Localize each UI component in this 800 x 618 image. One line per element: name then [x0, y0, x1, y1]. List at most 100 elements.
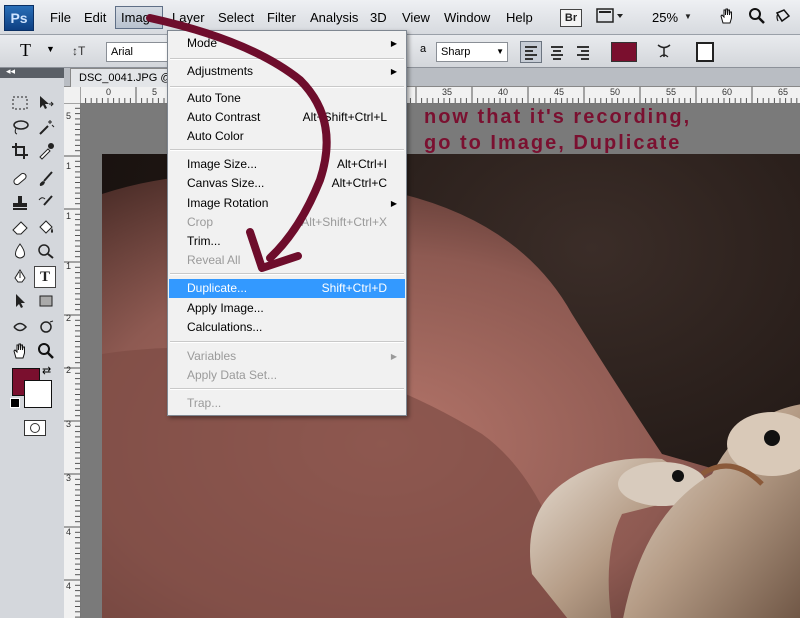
tools-panel: ◂◂ T ⇄ — [0, 66, 65, 618]
menu-item-auto-color[interactable]: Auto Color — [169, 127, 405, 146]
move-tool-icon[interactable] — [36, 94, 56, 114]
rotate-view-icon[interactable] — [772, 7, 794, 27]
menu-item-image-size[interactable]: Image Size... Alt+Ctrl+I — [169, 155, 405, 174]
background-color-swatch[interactable] — [24, 380, 52, 408]
ruler-label: 3 — [66, 419, 72, 429]
menu-select[interactable]: Select — [218, 10, 254, 25]
history-brush-tool-icon[interactable] — [36, 194, 56, 214]
ruler-label: 40 — [498, 87, 509, 97]
zoom-tool-icon[interactable] — [36, 342, 56, 362]
marquee-tool-icon[interactable] — [10, 94, 30, 114]
blur-tool-icon[interactable] — [10, 242, 30, 262]
submenu-arrow-icon: ▶ — [390, 199, 397, 208]
ruler-label: 2 — [66, 313, 72, 323]
eraser-tool-icon[interactable] — [10, 218, 30, 238]
menu-filter[interactable]: Filter — [267, 10, 296, 25]
ruler-label: 1 — [66, 211, 72, 221]
magic-wand-tool-icon[interactable] — [36, 118, 56, 138]
bridge-icon[interactable]: Br — [560, 9, 582, 27]
warp-text-icon[interactable] — [654, 41, 674, 66]
pen-tool-icon[interactable] — [10, 268, 30, 288]
menu-item-image-rotation[interactable]: Image Rotation ▶ — [169, 194, 405, 213]
menu-separator — [170, 149, 404, 151]
3d-rotate-tool-icon[interactable] — [10, 318, 30, 338]
menu-item-adjustments[interactable]: Adjustments ▶ — [169, 62, 405, 81]
ruler-label: 4 — [66, 581, 72, 591]
menu-item-crop: Crop Alt+Shift+Ctrl+X — [187, 215, 387, 229]
menu-item-variables: Variables ▶ — [169, 347, 405, 366]
3d-orbit-tool-icon[interactable] — [36, 318, 56, 338]
align-center-button[interactable] — [546, 41, 568, 63]
submenu-arrow-icon: ▶ — [390, 39, 397, 48]
menu-item-auto-contrast[interactable]: Auto Contrast Alt+Shift+Ctrl+L — [169, 108, 405, 127]
path-selection-tool-icon[interactable] — [10, 292, 30, 312]
document-tab[interactable]: DSC_0041.JPG @ — [70, 68, 181, 87]
menu-item-calculations[interactable]: Calculations... — [169, 318, 405, 337]
preset-dropdown-icon[interactable]: ▼ — [46, 44, 55, 54]
ruler-label: 5 — [152, 87, 158, 97]
eyedropper-tool-icon[interactable] — [36, 142, 56, 162]
menu-item-apply-image[interactable]: Apply Image... — [169, 299, 405, 318]
collapse-icon[interactable]: ◂◂ — [6, 66, 15, 77]
clone-stamp-tool-icon[interactable] — [10, 194, 30, 214]
ruler-label: 2 — [66, 365, 72, 375]
menu-item-trim[interactable]: Trim... — [169, 232, 405, 251]
screen-mode-icon[interactable] — [596, 7, 624, 27]
font-family-field[interactable]: Arial — [106, 42, 170, 62]
menu-item-auto-tone[interactable]: Auto Tone — [169, 89, 405, 108]
ruler-label: 0 — [106, 87, 112, 97]
menu-item-mode[interactable]: Mode ▶ — [169, 34, 405, 53]
dodge-tool-icon[interactable] — [36, 242, 56, 262]
zoom-icon[interactable] — [746, 7, 768, 27]
tutorial-annotation: now that it's recording, go to Image, Du… — [424, 104, 691, 156]
lasso-tool-icon[interactable] — [10, 118, 30, 138]
menu-view[interactable]: View — [402, 10, 430, 25]
anti-alias-label: a — [420, 43, 427, 55]
menu-help[interactable]: Help — [506, 10, 533, 25]
ruler-vertical[interactable]: 5 1 1 1 2 2 3 3 4 4 — [64, 103, 81, 618]
swap-colors-icon[interactable]: ⇄ — [42, 364, 51, 377]
menu-analysis[interactable]: Analysis — [310, 10, 358, 25]
quick-mask-button[interactable] — [24, 420, 46, 436]
menu-3d[interactable]: 3D — [370, 10, 387, 25]
rectangle-tool-icon[interactable] — [36, 292, 56, 312]
paint-bucket-tool-icon[interactable] — [36, 218, 56, 238]
align-right-button[interactable] — [572, 41, 594, 63]
tools-panel-header[interactable]: ◂◂ — [0, 66, 64, 78]
type-tool-preset-icon[interactable]: T — [20, 40, 31, 61]
menu-image[interactable]: Image — [115, 6, 164, 29]
anti-alias-select[interactable]: Sharp ▼ — [436, 42, 508, 62]
menu-item-duplicate[interactable]: Duplicate... Shift+Ctrl+D — [169, 279, 405, 298]
text-orientation-icon[interactable]: ↕T — [72, 44, 85, 58]
default-colors-icon[interactable] — [10, 398, 20, 408]
crop-tool-icon[interactable] — [10, 142, 30, 162]
hand-icon[interactable] — [716, 7, 738, 27]
menu-separator — [170, 388, 404, 390]
menu-file[interactable]: File — [50, 10, 71, 25]
menu-separator — [170, 273, 404, 275]
ruler-label: 4 — [66, 527, 72, 537]
zoom-level[interactable]: 25% — [652, 10, 678, 25]
submenu-arrow-icon: ▶ — [390, 352, 397, 361]
brush-tool-icon[interactable] — [36, 170, 56, 190]
anti-alias-value: Sharp — [441, 46, 471, 58]
menu-separator — [170, 86, 404, 88]
ruler-origin[interactable] — [64, 87, 81, 104]
menu-window[interactable]: Window — [444, 10, 490, 25]
character-panel-icon[interactable] — [696, 42, 714, 62]
type-tool-icon[interactable]: T — [34, 266, 56, 288]
annotation-line-1: now that it's recording, — [424, 106, 692, 128]
menu-layer[interactable]: Layer — [172, 10, 205, 25]
submenu-arrow-icon: ▶ — [390, 67, 397, 76]
align-left-button[interactable] — [520, 41, 542, 63]
menu-edit[interactable]: Edit — [84, 10, 106, 25]
text-color-swatch[interactable] — [611, 42, 637, 62]
spot-healing-tool-icon[interactable] — [10, 170, 30, 190]
ruler-label: 5 — [66, 111, 72, 121]
ruler-label: 55 — [666, 87, 677, 97]
menu-item-canvas-size[interactable]: Canvas Size... Alt+Ctrl+C — [169, 174, 405, 193]
zoom-dropdown-icon[interactable]: ▼ — [684, 7, 692, 27]
ruler-label: 3 — [66, 473, 72, 483]
menu-separator — [170, 58, 404, 60]
hand-tool-icon[interactable] — [10, 342, 30, 362]
